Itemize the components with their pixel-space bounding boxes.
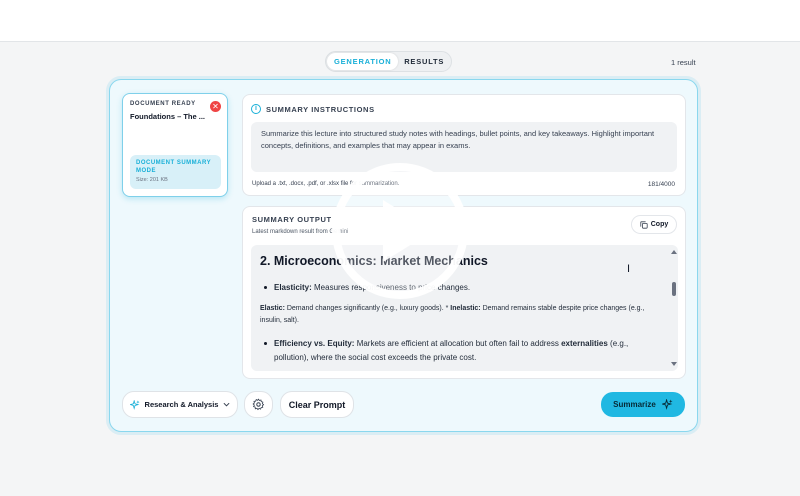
settings-button[interactable] xyxy=(244,391,273,418)
instructions-heading: SUMMARY INSTRUCTIONS xyxy=(266,105,375,114)
gear-icon xyxy=(252,398,265,411)
char-count: 181/4000 xyxy=(647,181,675,188)
bullet-term: externalities xyxy=(561,339,608,348)
document-status: DOCUMENT READY xyxy=(130,101,196,107)
scroll-up-icon[interactable] xyxy=(671,250,677,254)
bullet-term: Efficiency vs. Equity: xyxy=(274,339,355,348)
list-item: Efficiency vs. Equity: Markets are effic… xyxy=(260,337,660,365)
document-mode-badge: DOCUMENT SUMMARY MODE Size: 201 KB xyxy=(130,155,221,189)
term-elastic: Elastic: xyxy=(260,305,285,312)
copy-icon xyxy=(640,220,648,229)
scroll-down-icon[interactable] xyxy=(671,362,677,366)
mode-label: Research & Analysis xyxy=(144,400,219,409)
bullet-text: Markets are efficient at allocation but … xyxy=(354,339,562,348)
sparkle-icon xyxy=(661,399,673,410)
output-paragraph: Elastic: Demand changes significantly (e… xyxy=(260,303,660,327)
chevron-down-icon xyxy=(223,402,230,407)
document-title: Foundations – The ... xyxy=(130,112,205,121)
summarize-label: Summarize xyxy=(613,400,656,409)
text-cursor-icon: I xyxy=(627,263,631,275)
copy-button[interactable]: Copy xyxy=(631,215,677,234)
document-card[interactable]: DOCUMENT READY Foundations – The ... ✕ D… xyxy=(122,93,228,197)
info-icon: i xyxy=(251,104,261,114)
paragraph-text: Demand changes significantly (e.g., luxu… xyxy=(284,305,451,312)
summarize-button[interactable]: Summarize xyxy=(601,392,685,417)
output-heading: SUMMARY OUTPUT xyxy=(252,215,332,224)
clear-prompt-button[interactable]: Clear Prompt xyxy=(280,391,354,418)
scroll-thumb[interactable] xyxy=(672,282,676,296)
copy-label: Copy xyxy=(650,221,669,228)
term-inelastic: Inelastic: xyxy=(450,305,481,312)
sparkle-icon xyxy=(129,399,140,410)
result-count: 1 result xyxy=(671,58,696,67)
play-icon[interactable] xyxy=(329,160,471,302)
tab-results[interactable]: RESULTS xyxy=(398,53,450,70)
close-icon[interactable]: ✕ xyxy=(210,101,221,112)
view-toggle: GENERATION RESULTS xyxy=(325,51,452,72)
document-size: Size: 201 KB xyxy=(136,177,168,183)
mode-dropdown[interactable]: Research & Analysis xyxy=(122,391,238,418)
top-bar xyxy=(0,0,800,42)
tab-generation[interactable]: GENERATION xyxy=(327,53,399,70)
output-scrollbar[interactable] xyxy=(670,245,678,371)
bullet-term: Elasticity: xyxy=(274,283,312,292)
document-mode-label: DOCUMENT SUMMARY MODE xyxy=(136,160,211,174)
